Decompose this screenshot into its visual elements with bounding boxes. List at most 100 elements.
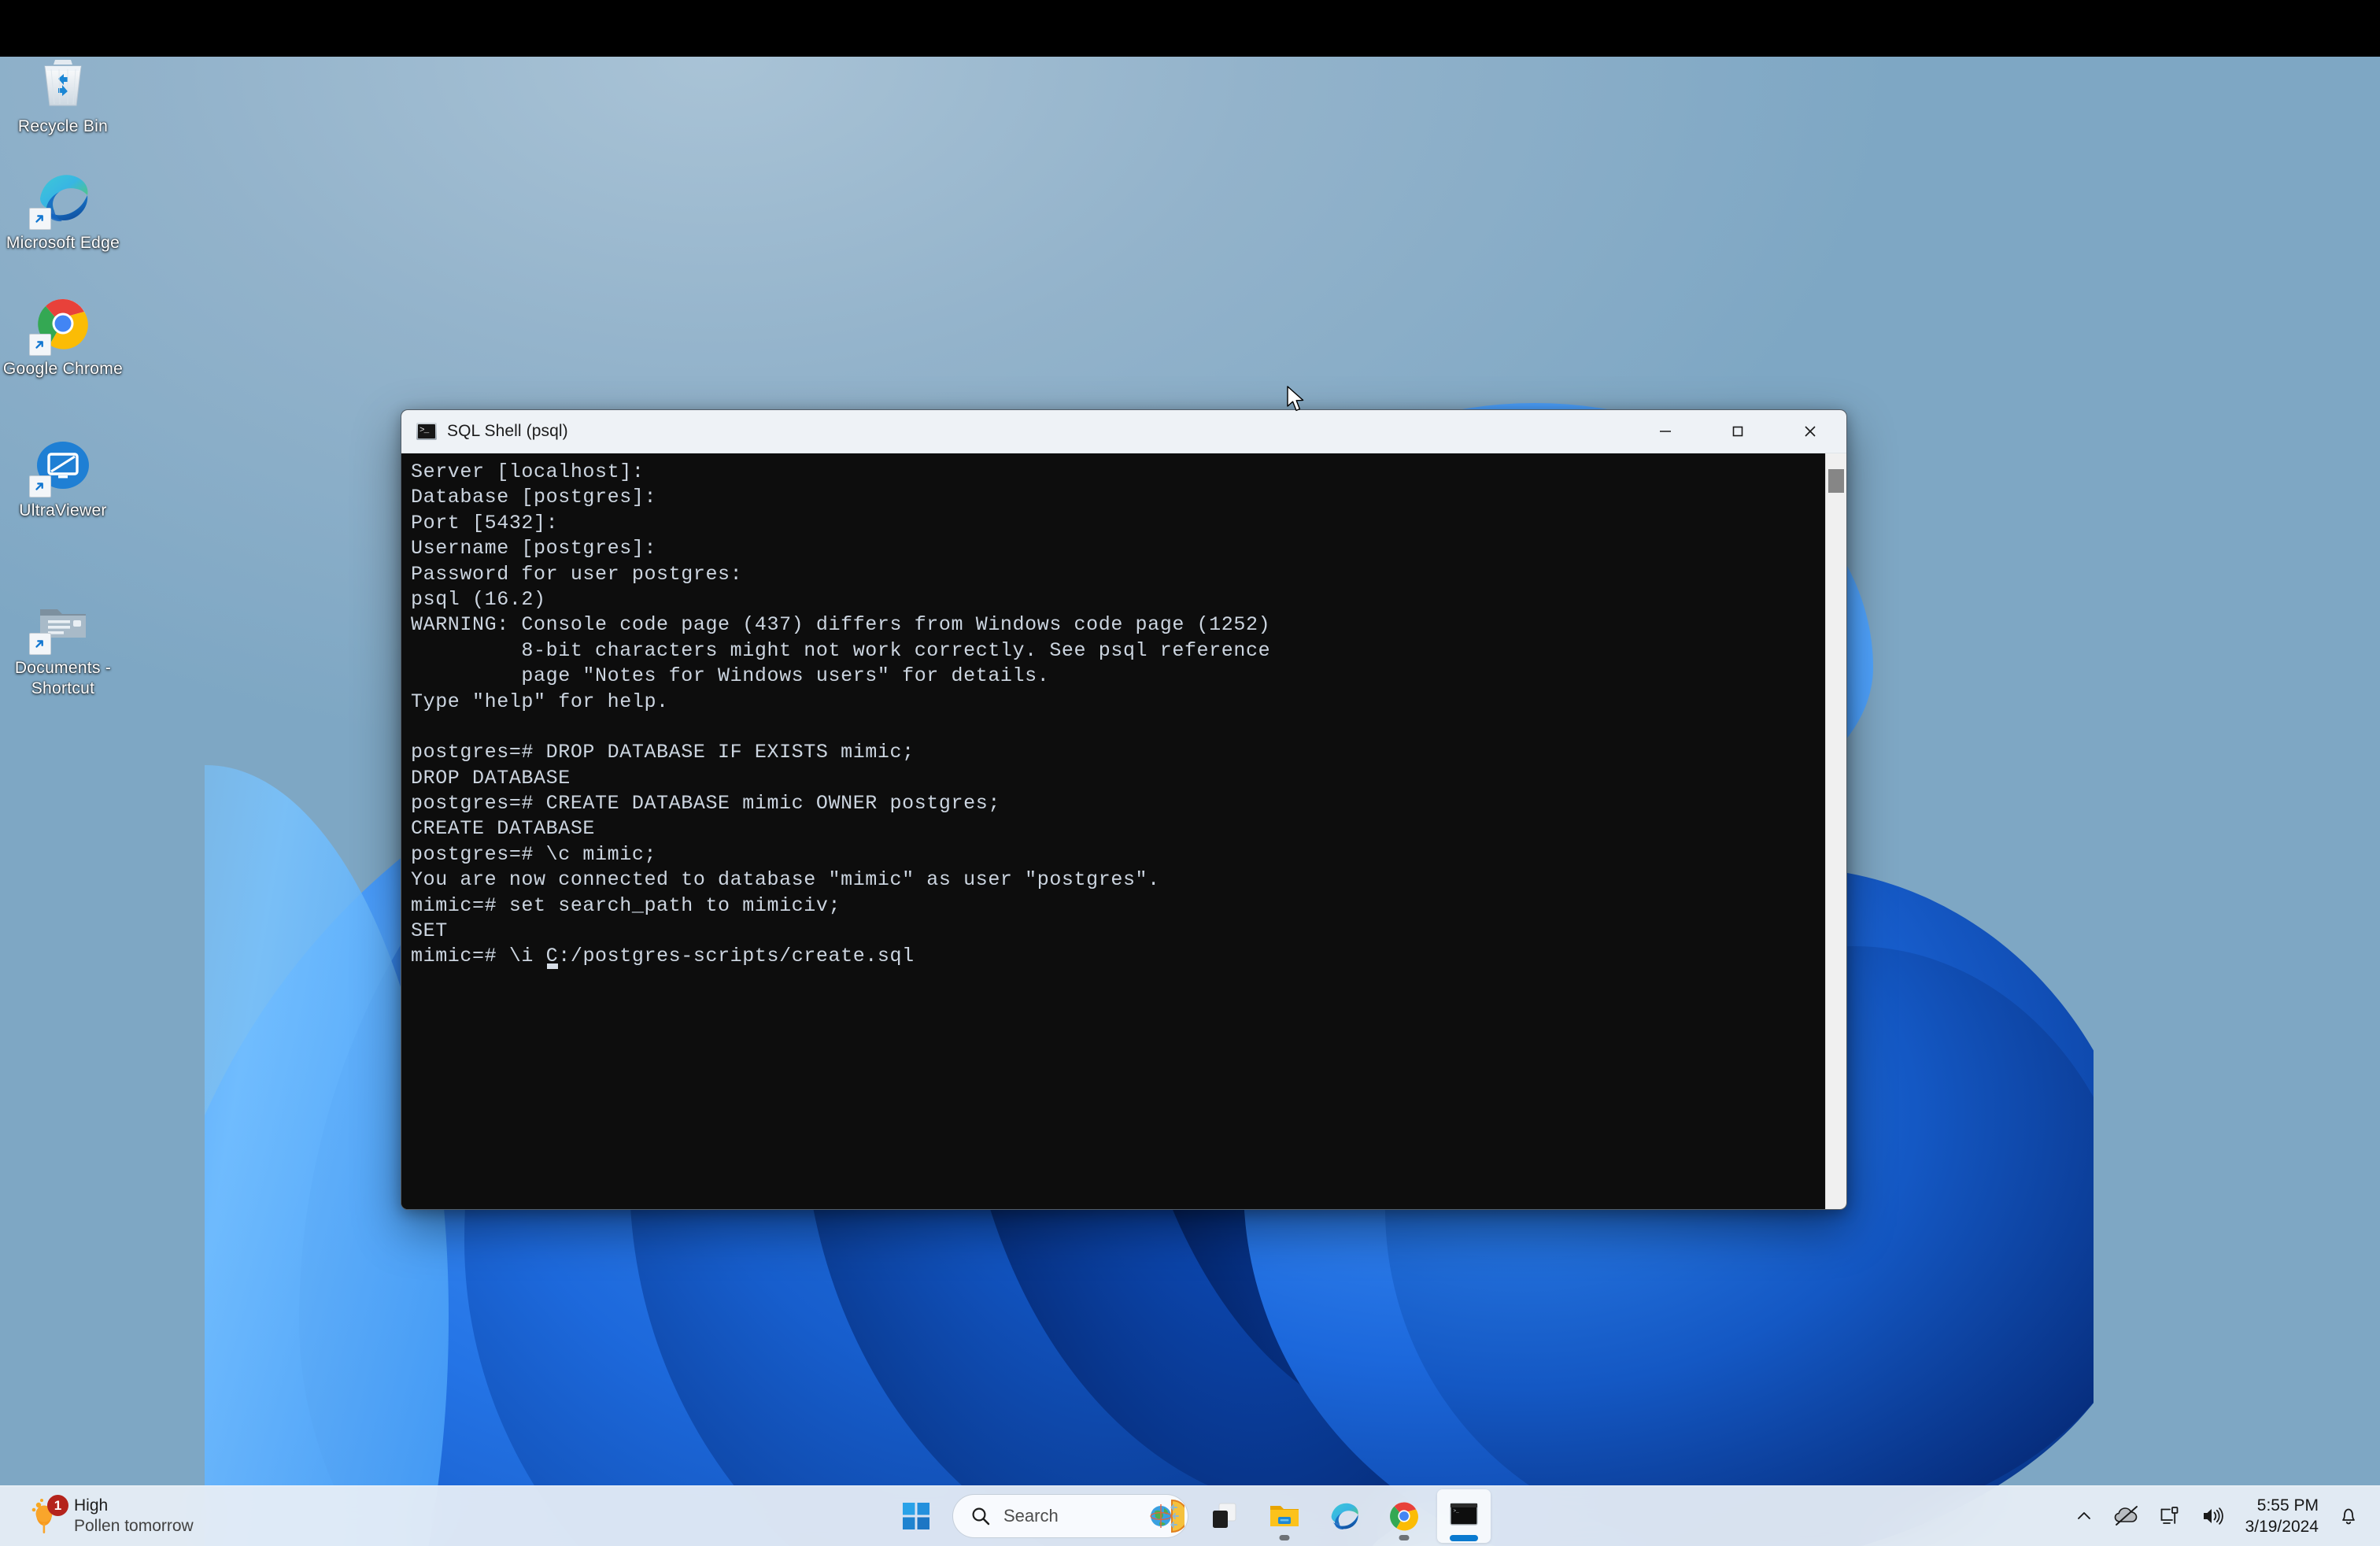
taskbar-app-file-explorer[interactable] bbox=[1258, 1489, 1311, 1543]
weather-description: Pollen tomorrow bbox=[74, 1516, 194, 1537]
terminal-line: Server [localhost]: bbox=[411, 460, 1825, 485]
volume-icon bbox=[2201, 1506, 2225, 1526]
tray-volume-button[interactable] bbox=[2192, 1492, 2234, 1540]
desktop-icon-label: UltraViewer bbox=[0, 501, 126, 521]
bell-icon bbox=[2338, 1505, 2360, 1527]
task-view-icon bbox=[1209, 1500, 1240, 1532]
taskbar-app-edge[interactable] bbox=[1318, 1489, 1371, 1543]
search-icon bbox=[970, 1506, 991, 1526]
sql-shell-window[interactable]: >_ SQL Shell (psql) bbox=[401, 409, 1847, 1210]
terminal-line: CREATE DATABASE bbox=[411, 816, 1825, 841]
edge-icon bbox=[1327, 1499, 1362, 1533]
desktop-icon-google-chrome[interactable]: Google Chrome bbox=[0, 293, 126, 379]
terminal-scrollbar[interactable] bbox=[1825, 453, 1846, 1210]
terminal-line: SET bbox=[411, 919, 1825, 944]
window-titlebar[interactable]: >_ SQL Shell (psql) bbox=[401, 410, 1846, 453]
terminal-line: postgres=# \c mimic; bbox=[411, 842, 1825, 867]
system-tray: 5:55 PM 3/19/2024 bbox=[2064, 1486, 2369, 1546]
shortcut-overlay-icon bbox=[29, 334, 51, 356]
tray-onedrive-button[interactable] bbox=[2104, 1492, 2149, 1540]
tray-network-button[interactable] bbox=[2149, 1492, 2192, 1540]
active-app-indicator bbox=[1450, 1535, 1478, 1541]
tray-expand-button[interactable] bbox=[2064, 1492, 2104, 1540]
terminal-line: postgres=# DROP DATABASE IF EXISTS mimic… bbox=[411, 740, 1825, 765]
terminal-line: Type "help" for help. bbox=[411, 690, 1825, 715]
scrollbar-thumb[interactable] bbox=[1828, 469, 1844, 493]
terminal-line: mimic=# set search_path to mimiciv; bbox=[411, 893, 1825, 919]
start-button[interactable] bbox=[889, 1489, 943, 1543]
taskbar: 1 High Pollen tomorrow bbox=[0, 1485, 2380, 1546]
minimize-button[interactable] bbox=[1629, 410, 1702, 453]
clock-date: 3/19/2024 bbox=[2245, 1516, 2319, 1537]
network-monitor-icon bbox=[2159, 1505, 2182, 1527]
recycle-bin-icon bbox=[32, 57, 94, 112]
terminal-cursor bbox=[547, 963, 558, 969]
terminal-line: 8-bit characters might not work correctl… bbox=[411, 638, 1825, 664]
ultraviewer-icon bbox=[32, 435, 94, 496]
desktop-icon-recycle-bin[interactable]: Recycle Bin bbox=[0, 57, 126, 137]
terminal-line: psql (16.2) bbox=[411, 587, 1825, 612]
taskbar-center-cluster: Search bbox=[886, 1486, 1494, 1546]
search-placeholder: Search bbox=[1003, 1506, 1148, 1526]
window-controls bbox=[1629, 410, 1846, 453]
window-body: Server [localhost]:Database [postgres]:P… bbox=[401, 453, 1846, 1210]
terminal-output[interactable]: Server [localhost]:Database [postgres]:P… bbox=[401, 453, 1825, 1210]
shortcut-overlay-icon bbox=[29, 475, 51, 497]
chrome-icon bbox=[1387, 1499, 1421, 1533]
minimize-icon bbox=[1657, 423, 1674, 440]
weather-level: High bbox=[74, 1496, 194, 1516]
desktop-icon-documents-shortcut[interactable]: Documents - Shortcut bbox=[0, 592, 126, 699]
shortcut-overlay-icon bbox=[29, 208, 51, 230]
desktop-icon-label: Documents - Shortcut bbox=[0, 658, 126, 699]
pollen-flower-icon: 1 bbox=[27, 1495, 69, 1537]
terminal-line: WARNING: Console code page (437) differs… bbox=[411, 612, 1825, 638]
onedrive-offline-icon bbox=[2113, 1504, 2140, 1528]
desktop-icon-ultraviewer[interactable]: UltraViewer bbox=[0, 435, 126, 521]
terminal-line: mimic=# \i C:/postgres-scripts/create.sq… bbox=[411, 944, 1825, 969]
folder-icon bbox=[1268, 1500, 1301, 1533]
running-indicator bbox=[1280, 1535, 1290, 1540]
weather-badge: 1 bbox=[47, 1495, 68, 1516]
clock-button[interactable]: 5:55 PM 3/19/2024 bbox=[2234, 1495, 2328, 1538]
taskbar-app-sql-shell[interactable]: >_ bbox=[1437, 1489, 1491, 1543]
console-window-icon: >_ bbox=[1447, 1500, 1480, 1533]
maximize-icon bbox=[1729, 423, 1746, 440]
desktop[interactable]: Recycle Bin bbox=[0, 57, 2380, 1546]
folder-docs-icon bbox=[32, 592, 94, 653]
window-title: SQL Shell (psql) bbox=[447, 422, 568, 441]
earth-sun-icon bbox=[1148, 1498, 1184, 1534]
console-icon: >_ bbox=[416, 423, 437, 440]
windows-start-icon bbox=[902, 1502, 930, 1530]
taskbar-app-chrome[interactable] bbox=[1377, 1489, 1431, 1543]
notifications-button[interactable] bbox=[2328, 1492, 2369, 1540]
terminal-line: postgres=# CREATE DATABASE mimic OWNER p… bbox=[411, 791, 1825, 816]
maximize-button[interactable] bbox=[1702, 410, 1774, 453]
taskbar-app-task-view[interactable] bbox=[1198, 1489, 1251, 1543]
search-box[interactable]: Search bbox=[952, 1494, 1188, 1538]
close-button[interactable] bbox=[1774, 410, 1846, 453]
screen: Recycle Bin bbox=[0, 0, 2380, 1546]
clock-time: 5:55 PM bbox=[2257, 1495, 2319, 1516]
chevron-up-icon bbox=[2074, 1506, 2094, 1526]
desktop-icon-label: Microsoft Edge bbox=[0, 233, 126, 253]
terminal-line: Port [5432]: bbox=[411, 511, 1825, 536]
terminal-line: You are now connected to database "mimic… bbox=[411, 867, 1825, 893]
running-indicator bbox=[1399, 1535, 1410, 1540]
weather-text-group: High Pollen tomorrow bbox=[74, 1496, 194, 1537]
shortcut-overlay-icon bbox=[29, 633, 51, 655]
chrome-icon bbox=[32, 293, 94, 354]
edge-icon bbox=[32, 167, 94, 228]
console-icon-prompt: >_ bbox=[418, 424, 435, 438]
svg-text:>_: >_ bbox=[1454, 1508, 1460, 1514]
terminal-line: page "Notes for Windows users" for detai… bbox=[411, 664, 1825, 689]
letterbox-bar-top bbox=[0, 0, 2380, 57]
close-icon bbox=[1802, 423, 1819, 440]
terminal-line bbox=[411, 715, 1825, 740]
terminal-line: Username [postgres]: bbox=[411, 536, 1825, 561]
desktop-icon-microsoft-edge[interactable]: Microsoft Edge bbox=[0, 167, 126, 253]
terminal-line: Database [postgres]: bbox=[411, 485, 1825, 510]
desktop-icon-label: Recycle Bin bbox=[0, 117, 126, 137]
weather-widget[interactable]: 1 High Pollen tomorrow bbox=[17, 1490, 203, 1542]
terminal-line: DROP DATABASE bbox=[411, 766, 1825, 791]
terminal-line: Password for user postgres: bbox=[411, 562, 1825, 587]
